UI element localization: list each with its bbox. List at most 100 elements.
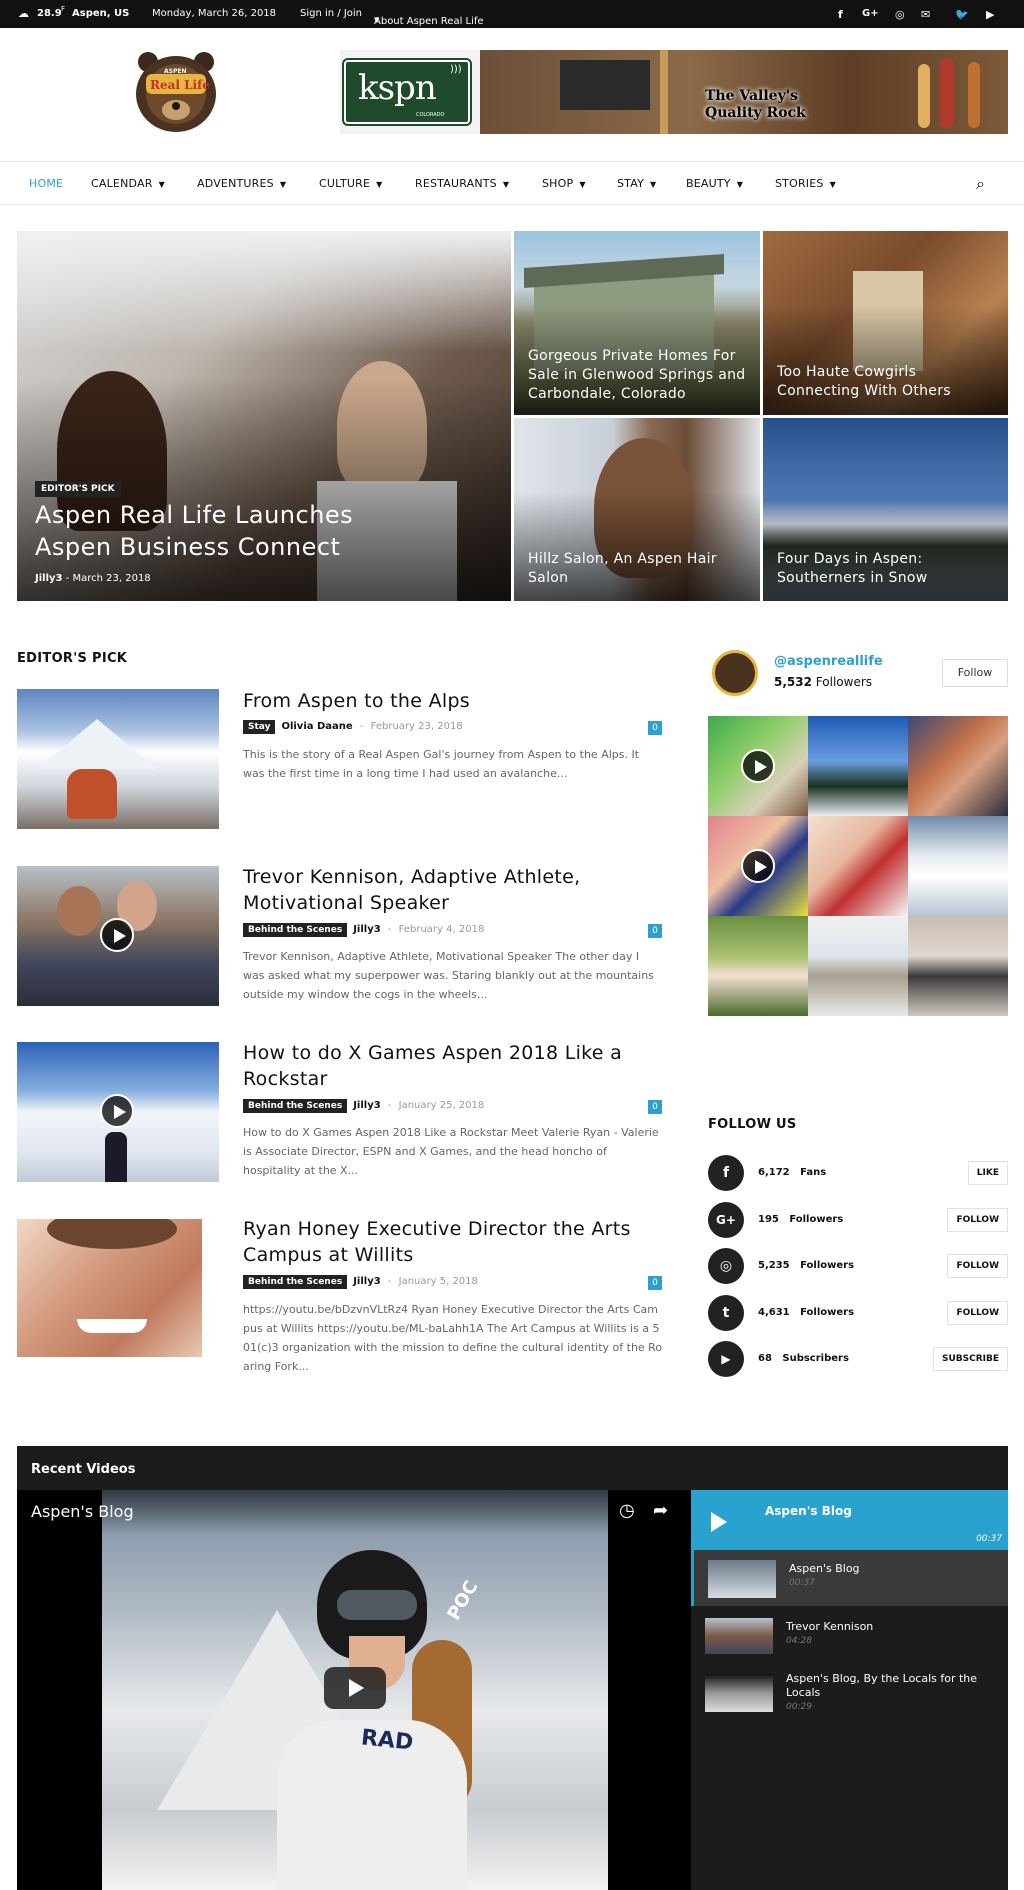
comment-count[interactable]: 0 [648, 924, 662, 938]
playlist-header[interactable]: Aspen's Blog 00:37 [691, 1490, 1008, 1550]
instagram-photo[interactable] [808, 716, 908, 816]
hero-tile-title[interactable]: Gorgeous Private Homes For Sale in Glenw… [528, 347, 750, 404]
play-icon[interactable] [741, 749, 775, 783]
youtube-subscribe-button[interactable]: SUBSCRIBE [932, 1347, 1008, 1371]
play-icon[interactable] [711, 1512, 727, 1532]
instagram-photo[interactable] [908, 716, 1008, 816]
hero-tile-salon[interactable]: Hillz Salon, An Aspen Hair Salon [514, 418, 760, 601]
play-icon[interactable] [324, 1667, 386, 1709]
instagram-photo[interactable] [708, 716, 808, 816]
instagram-photo[interactable] [908, 916, 1008, 1016]
play-icon[interactable] [100, 1094, 134, 1128]
post-date: February 23, 2018 [370, 721, 463, 732]
play-icon[interactable] [100, 918, 134, 952]
post-category[interactable]: Behind the Scenes [243, 1275, 348, 1289]
video-player[interactable]: RAD POC Aspen's Blog ◷ ➦ [17, 1490, 691, 1890]
post-thumbnail[interactable] [17, 689, 219, 829]
instagram-avatar[interactable] [712, 650, 758, 696]
playlist-item[interactable]: Trevor Kennison 04:28 [691, 1606, 1008, 1662]
comment-count[interactable]: 0 [648, 721, 662, 735]
playlist-item[interactable]: Aspen's Blog 00:37 [691, 1550, 1008, 1606]
hero-tile-snow[interactable]: Four Days in Aspen: Southerners in Snow [763, 418, 1008, 601]
instagram-photo[interactable] [708, 816, 808, 916]
post-title[interactable]: From Aspen to the Alps [243, 688, 663, 714]
nav-item-culture[interactable]: CULTURE ▼ [319, 177, 382, 190]
post-author[interactable]: Jilly3 [353, 1100, 380, 1111]
youtube-icon[interactable]: ▶ [708, 1341, 744, 1377]
post-category[interactable]: Behind the Scenes [243, 1099, 348, 1113]
watch-later-icon[interactable]: ◷ [619, 1500, 635, 1521]
instagram-icon[interactable]: ◎ [708, 1248, 744, 1284]
instagram-follow-button[interactable]: Follow [942, 659, 1008, 687]
post-author[interactable]: Jilly3 [353, 924, 380, 935]
nav-item-stories[interactable]: STORIES ▼ [775, 177, 836, 190]
header-ad-banner[interactable]: kspn COLORADO ))) The Valley's Quality R… [340, 50, 1008, 134]
facebook-icon[interactable]: f [708, 1155, 744, 1191]
nav-item-home[interactable]: HOME [29, 177, 63, 190]
hero-tile-cowgirls[interactable]: Too Haute Cowgirls Connecting With Other… [763, 231, 1008, 415]
playlist-item-duration: 04:28 [786, 1636, 812, 1646]
playlist-item[interactable]: Aspen's Blog, By the Locals for the Loca… [691, 1662, 1008, 1722]
search-icon[interactable]: ⌕ [976, 174, 985, 194]
instagram-photo[interactable] [808, 816, 908, 916]
post-meta: Behind the Scenes Jilly3 - January 25, 20… [243, 1099, 484, 1113]
post-excerpt: This is the story of a Real Aspen Gal's … [243, 748, 640, 780]
chevron-down-icon: ▼ [502, 180, 510, 189]
nav-item-beauty[interactable]: BEAUTY ▼ [686, 177, 743, 190]
google-plus-icon[interactable]: G+ [862, 8, 879, 19]
instagram-photo[interactable] [908, 816, 1008, 916]
instagram-photo[interactable] [808, 916, 908, 1016]
post-category[interactable]: Stay [243, 720, 276, 734]
play-icon[interactable] [741, 849, 775, 883]
hero-main-title[interactable]: Aspen Real Life Launches Aspen Business … [35, 499, 415, 563]
ad-tagline-1: The Valley's [705, 88, 798, 104]
post-title[interactable]: Trevor Kennison, Adaptive Athlete, Motiv… [243, 864, 663, 916]
facebook-like-button[interactable]: LIKE [967, 1161, 1008, 1185]
follow-label: Fans [800, 1167, 827, 1178]
location: Aspen, US [72, 8, 130, 19]
nav-item-stay[interactable]: STAY ▼ [617, 177, 656, 190]
signin-link[interactable]: Sign in / Join [300, 8, 362, 19]
post-thumbnail[interactable] [17, 1042, 219, 1182]
logo-text: Real Life [150, 78, 210, 92]
logo-top-text: ASPEN [164, 68, 187, 75]
instagram-icon[interactable]: ◎ [895, 8, 905, 21]
nav-item-calendar[interactable]: CALENDAR ▼ [91, 177, 165, 190]
comment-count[interactable]: 0 [648, 1276, 662, 1290]
post-thumbnail[interactable] [17, 1219, 202, 1357]
google-plus-follow-button[interactable]: FOLLOW [947, 1208, 1008, 1232]
hero-main-tile[interactable]: EDITOR'S PICK Aspen Real Life Launches A… [17, 231, 511, 601]
nav-item-restaurants[interactable]: RESTAURANTS ▼ [415, 177, 509, 190]
twitter-icon[interactable]: t [708, 1295, 744, 1331]
twitter-follow-button[interactable]: FOLLOW [947, 1301, 1008, 1325]
comment-count[interactable]: 0 [648, 1100, 662, 1114]
post-author[interactable]: Jilly3 [353, 1276, 380, 1287]
share-icon[interactable]: ➦ [653, 1500, 668, 1521]
nav-item-adventures[interactable]: ADVENTURES ▼ [197, 177, 286, 190]
youtube-icon[interactable]: ▶ [986, 8, 994, 21]
post-title[interactable]: Ryan Honey Executive Director the Arts C… [243, 1216, 663, 1268]
hero-tile-title[interactable]: Hillz Salon, An Aspen Hair Salon [528, 550, 750, 588]
hero-tile-title[interactable]: Four Days in Aspen: Southerners in Snow [777, 550, 998, 588]
instagram-follower-label: Followers [815, 675, 873, 689]
google-plus-icon[interactable]: G+ [708, 1202, 744, 1238]
facebook-icon[interactable]: f [838, 8, 843, 21]
player-title[interactable]: Aspen's Blog [31, 1502, 134, 1521]
instagram-follow-button[interactable]: FOLLOW [947, 1254, 1008, 1278]
post-title[interactable]: How to do X Games Aspen 2018 Like a Rock… [243, 1040, 663, 1092]
hero-author[interactable]: Jilly3 [35, 573, 62, 584]
post-author[interactable]: Olivia Daane [281, 721, 352, 732]
chevron-down-icon: ▼ [579, 180, 586, 189]
mail-icon[interactable]: ✉ [921, 8, 930, 21]
post-thumbnail[interactable] [17, 866, 219, 1006]
post-date: February 4, 2018 [398, 924, 485, 935]
twitter-icon[interactable]: 🐦 [955, 8, 969, 21]
instagram-handle[interactable]: @aspenreallife [774, 654, 883, 669]
follow-label: Followers [789, 1214, 844, 1225]
hero-tile-title[interactable]: Too Haute Cowgirls Connecting With Other… [777, 363, 998, 401]
hero-tile-homes[interactable]: Gorgeous Private Homes For Sale in Glenw… [514, 231, 760, 415]
post-category[interactable]: Behind the Scenes [243, 923, 348, 937]
nav-item-shop[interactable]: SHOP ▼ [542, 177, 586, 190]
site-logo[interactable]: ASPEN Real Life [128, 48, 224, 134]
instagram-photo[interactable] [708, 916, 808, 1016]
